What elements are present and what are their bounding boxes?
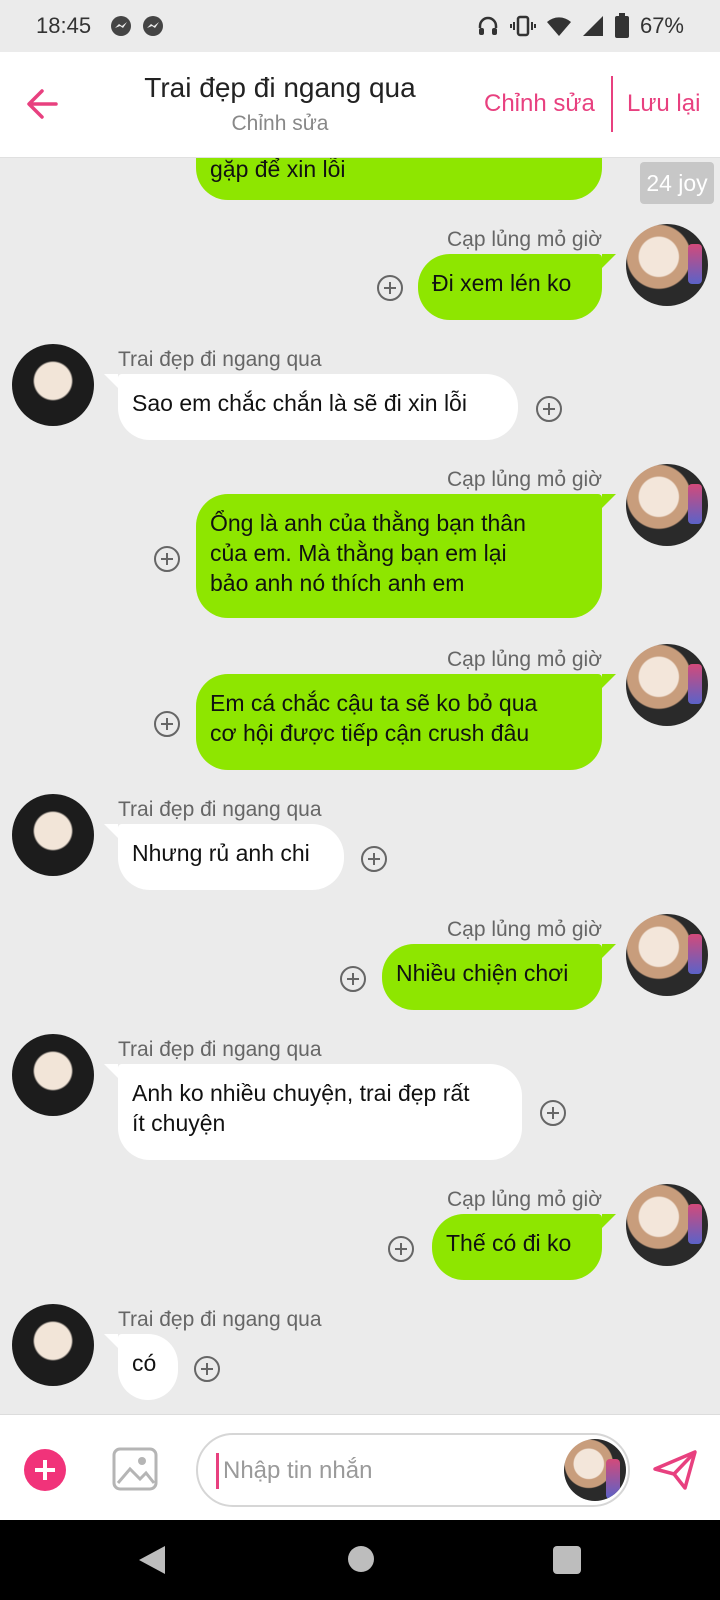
avatar[interactable] [564, 1439, 626, 1501]
sender-name: Trai đẹp đi ngang qua [118, 348, 322, 371]
send-icon[interactable] [652, 1449, 698, 1491]
status-time: 18:45 [36, 13, 92, 38]
sender-name: Cạp lủng mỏ giờ [446, 648, 602, 671]
message-line: Em cá chắc cậu ta sẽ ko bỏ qua [210, 690, 538, 716]
avatar[interactable] [626, 914, 708, 996]
avatar[interactable] [626, 464, 708, 546]
message-text: Nhưng rủ anh chi [132, 840, 310, 866]
react-add-icon[interactable] [340, 966, 366, 992]
react-add-icon[interactable] [540, 1100, 566, 1126]
avatar[interactable] [626, 1184, 708, 1266]
message-bubble[interactable]: có [104, 1334, 178, 1400]
message-text: có [132, 1350, 157, 1376]
battery-icon [614, 13, 629, 38]
edit-button[interactable]: Chỉnh sửa [484, 90, 595, 118]
message-line: Anh ko nhiều chuyện, trai đẹp rất [132, 1080, 470, 1106]
react-add-icon[interactable] [377, 275, 403, 301]
message-composer [0, 1414, 720, 1520]
back-arrow-icon[interactable] [22, 82, 62, 126]
react-add-icon[interactable] [194, 1356, 220, 1382]
react-add-icon[interactable] [154, 546, 180, 572]
message-bubble[interactable]: Nhưng rủ anh chi [104, 824, 344, 890]
react-add-icon[interactable] [388, 1236, 414, 1262]
message-text: gặp để xin lỗi [210, 158, 346, 182]
message-text: Thế có đi ko [446, 1230, 572, 1256]
message-bubble[interactable]: Anh ko nhiều chuyện, trai đẹp rất ít chu… [104, 1064, 522, 1160]
add-icon[interactable] [24, 1449, 66, 1491]
message-bubble[interactable]: gặp để xin lỗi [196, 158, 602, 200]
message-bubble[interactable]: Nhiều chiện chơi [382, 944, 616, 1010]
message-line: cơ hội được tiếp cận crush đâu [210, 720, 530, 746]
message-line: của em. Mà thằng bạn em lại [210, 540, 507, 566]
messenger-icon [111, 16, 132, 36]
sender-name: Cạp lủng mỏ giờ [446, 228, 602, 251]
status-bar: 18:45 67% [0, 0, 720, 52]
nav-recents-icon[interactable] [553, 1546, 581, 1574]
avatar[interactable] [12, 1304, 94, 1386]
message-text: Sao em chắc chắn là sẽ đi xin lỗi [132, 390, 467, 416]
message-bubble[interactable]: Thế có đi ko [432, 1214, 616, 1280]
system-nav-bar [0, 1520, 720, 1600]
message-line: ít chuyện [132, 1110, 226, 1136]
headphones-icon [478, 16, 498, 35]
save-button[interactable]: Lưu lại [627, 90, 700, 118]
sender-name: Trai đẹp đi ngang qua [118, 1038, 322, 1061]
sender-name: Cạp lủng mỏ giờ [446, 1188, 602, 1211]
vibrate-icon [509, 15, 536, 37]
message-input-wrapper [196, 1433, 630, 1507]
message-input[interactable] [216, 1453, 546, 1489]
sender-name: Trai đẹp đi ngang qua [118, 798, 322, 821]
sender-name: Cạp lủng mỏ giờ [446, 918, 602, 941]
message-bubble[interactable]: Đi xem lén ko [418, 254, 616, 320]
message-bubble[interactable]: Ổng là anh của thằng bạn thân của em. Mà… [196, 494, 616, 618]
message-line: bảo anh nó thích anh em [210, 570, 465, 596]
battery-percent: 67% [639, 13, 684, 38]
react-add-icon[interactable] [154, 711, 180, 737]
react-add-icon[interactable] [361, 846, 387, 872]
chat-area[interactable]: gặp để xin lỗi 24 joy Cạp lủng mỏ giờ Đi… [0, 158, 720, 1414]
react-add-icon[interactable] [536, 396, 562, 422]
nav-back-icon[interactable] [137, 1544, 167, 1576]
message-bubble[interactable]: Em cá chắc cậu ta sẽ ko bỏ qua cơ hội đư… [196, 674, 616, 770]
sender-name: Trai đẹp đi ngang qua [118, 1308, 322, 1331]
avatar[interactable] [12, 794, 94, 876]
wifi-icon [546, 17, 571, 36]
joy-badge: 24 joy [640, 162, 714, 204]
image-icon[interactable] [112, 1447, 158, 1491]
signal-icon [582, 16, 603, 36]
message-line: Ổng là anh của thằng bạn thân [210, 510, 526, 536]
chat-header: Trai đẹp đi ngang qua Chỉnh sửa Chỉnh sử… [0, 52, 720, 158]
message-bubble[interactable]: Sao em chắc chắn là sẽ đi xin lỗi [104, 374, 518, 440]
avatar[interactable] [626, 644, 708, 726]
page-title: Trai đẹp đi ngang qua [144, 72, 416, 103]
message-text: Nhiều chiện chơi [396, 960, 569, 986]
messenger-icon [143, 16, 164, 36]
title-block: Trai đẹp đi ngang qua Chỉnh sửa [120, 72, 440, 136]
avatar[interactable] [626, 224, 708, 306]
nav-home-icon[interactable] [348, 1546, 374, 1572]
sender-name: Cạp lủng mỏ giờ [446, 468, 602, 491]
avatar[interactable] [12, 1034, 94, 1116]
avatar[interactable] [12, 344, 94, 426]
message-text: Đi xem lén ko [432, 270, 572, 296]
page-subtitle: Chỉnh sửa [231, 112, 329, 135]
header-divider [611, 76, 613, 132]
notification-icons [109, 14, 165, 38]
